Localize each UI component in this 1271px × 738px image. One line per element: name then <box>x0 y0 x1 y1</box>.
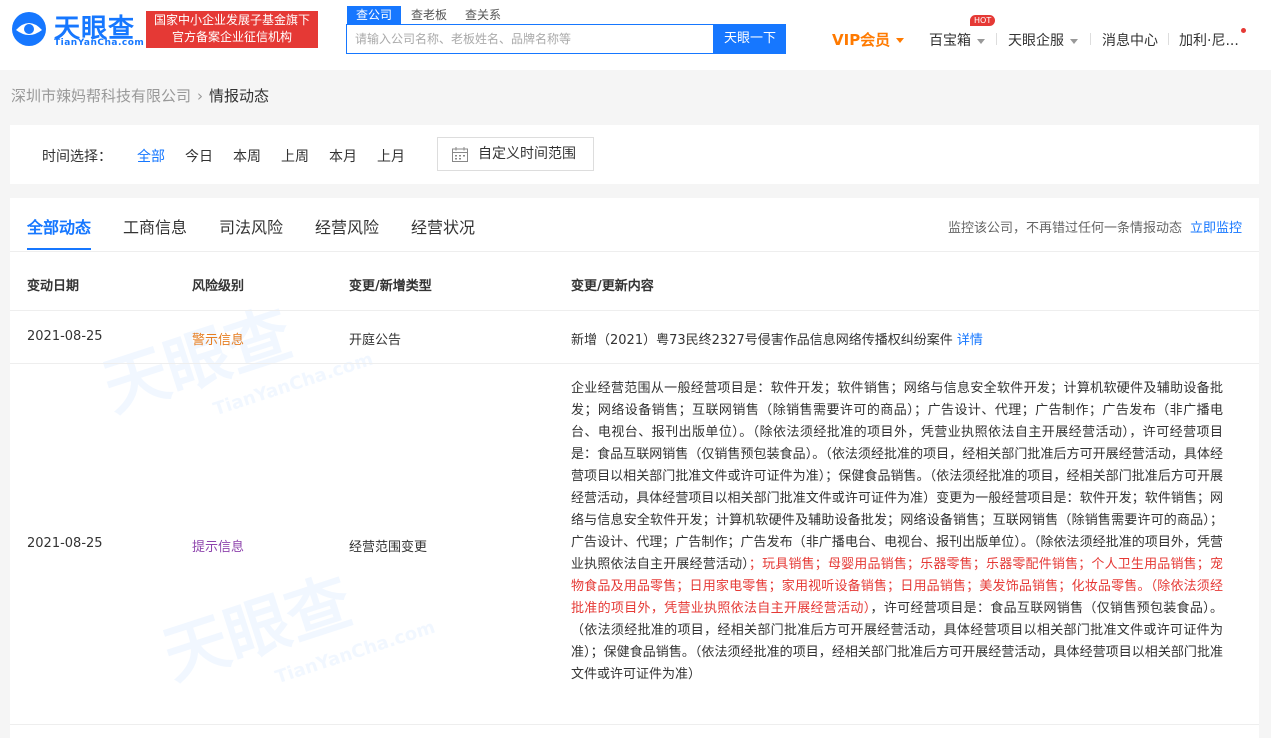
watermark: 天眼查 <box>155 564 361 695</box>
search-tab-relation[interactable]: 查关系 <box>456 6 510 24</box>
custom-time-range-button[interactable]: 自定义时间范围 <box>437 137 594 171</box>
monitor-now-link[interactable]: 立即监控 <box>1190 221 1242 236</box>
breadcrumb-current: 情报动态 <box>209 87 270 105</box>
row-divider <box>10 363 1259 364</box>
user-menu[interactable]: 加利·尼... <box>1179 30 1239 50</box>
tab-operating-status[interactable]: 经营状况 <box>411 214 475 238</box>
top-bar: 天眼查 TianYanCha.com 国家中小企业发展子基金旗下 官方备案企业征… <box>0 0 1271 70</box>
logo-eye-icon <box>12 12 46 46</box>
treasure-label: 百宝箱 <box>929 33 971 49</box>
risk-level-tip: 提示信息 <box>192 540 245 555</box>
watermark-domain: TianYanCha.com <box>272 616 438 689</box>
column-header-risk-level: 风险级别 <box>192 279 245 294</box>
tabs-divider <box>10 251 1259 252</box>
message-center-link[interactable]: 消息中心 <box>1102 30 1158 50</box>
time-filter-card: 时间选择： 全部 今日 本周 上周 本月 上月 自定义时间范围 <box>10 125 1259 184</box>
chevron-down-icon <box>1070 38 1078 44</box>
search-tab-boss[interactable]: 查老板 <box>402 6 456 24</box>
enterprise-service-menu[interactable]: 天眼企服 <box>1008 30 1078 50</box>
intel-dynamics-card: 天眼查 TianYanCha.com 天眼查 TianYanCha.com 全部… <box>10 198 1259 738</box>
content-before: 企业经营范围从一般经营项目是：软件开发；软件销售；网络与信息安全软件开发；计算机… <box>571 381 1223 572</box>
time-option-this-week[interactable]: 本周 <box>233 146 261 166</box>
calendar-icon <box>452 147 468 162</box>
watermark-domain: TianYanCha.com <box>210 348 376 421</box>
enterprise-label: 天眼企服 <box>1008 33 1064 49</box>
nav-divider <box>1168 33 1169 45</box>
time-option-last-month[interactable]: 上月 <box>377 146 405 166</box>
detail-link[interactable]: 详情 <box>957 333 983 348</box>
chevron-down-icon <box>896 38 905 43</box>
slogan-line2: 官方备案企业征信机构 <box>171 30 292 44</box>
tab-operating-risk[interactable]: 经营风险 <box>315 214 379 238</box>
change-content: 企业经营范围从一般经营项目是：软件开发；软件销售；网络与信息安全软件开发；计算机… <box>571 378 1223 686</box>
slogan-banner: 国家中小企业发展子基金旗下 官方备案企业征信机构 <box>146 11 318 48</box>
search-tab-company[interactable]: 查公司 <box>347 6 402 24</box>
time-option-this-month[interactable]: 本月 <box>329 146 357 166</box>
time-option-all[interactable]: 全部 <box>137 146 165 166</box>
search-box <box>346 24 714 54</box>
breadcrumb-company-link[interactable]: 深圳市辣妈帮科技有限公司 <box>11 87 191 105</box>
tab-all-dynamics[interactable]: 全部动态 <box>27 214 91 238</box>
row-divider <box>10 724 1259 725</box>
search-button[interactable]: 天眼一下 <box>714 24 786 54</box>
vip-member-menu[interactable]: VIP会员 <box>832 29 905 50</box>
tab-judicial-risk[interactable]: 司法风险 <box>219 214 283 238</box>
notification-dot <box>1241 28 1246 33</box>
monitor-prompt: 监控该公司，不再错过任何一条情报动态 立即监控 <box>948 217 1242 236</box>
tab-business-info[interactable]: 工商信息 <box>123 214 187 238</box>
nav-divider <box>996 33 997 45</box>
header-divider <box>10 310 1259 311</box>
logo-domain: TianYanCha.com <box>54 38 145 48</box>
time-option-last-week[interactable]: 上周 <box>281 146 309 166</box>
change-date: 2021-08-25 <box>27 329 103 344</box>
column-header-content: 变更/更新内容 <box>571 279 654 294</box>
treasure-box-menu[interactable]: 百宝箱 <box>929 30 985 50</box>
chevron-down-icon <box>977 38 985 44</box>
change-date: 2021-08-25 <box>27 536 103 551</box>
time-filter-label: 时间选择： <box>42 149 112 165</box>
monitor-text: 监控该公司，不再错过任何一条情报动态 <box>947 221 1182 236</box>
custom-time-range-label: 自定义时间范围 <box>478 146 576 162</box>
tianyancha-logo[interactable]: 天眼查 TianYanCha.com <box>10 10 144 50</box>
column-header-date: 变动日期 <box>27 279 80 294</box>
vip-label: VIP会员 <box>832 31 891 49</box>
change-type: 开庭公告 <box>349 333 402 348</box>
search-input[interactable] <box>347 25 713 53</box>
active-tab-indicator <box>27 248 91 250</box>
column-header-change-type: 变更/新增类型 <box>349 279 432 294</box>
breadcrumb-separator: › <box>197 87 204 105</box>
breadcrumb: 深圳市辣妈帮科技有限公司 › 情报动态 <box>11 85 269 106</box>
watermark: 天眼查 <box>95 296 301 427</box>
slogan-line1: 国家中小企业发展子基金旗下 <box>153 13 310 27</box>
risk-level-warning: 警示信息 <box>192 333 245 348</box>
time-option-today[interactable]: 今日 <box>185 146 213 166</box>
content-text: 新增（2021）粤73民终2327号侵害作品信息网络传播权纠纷案件 <box>571 333 953 348</box>
nav-divider <box>1090 33 1091 45</box>
change-type: 经营范围变更 <box>349 540 428 555</box>
change-content: 新增（2021）粤73民终2327号侵害作品信息网络传播权纠纷案件 详情 <box>571 329 983 348</box>
hot-badge: HOT <box>970 15 996 26</box>
